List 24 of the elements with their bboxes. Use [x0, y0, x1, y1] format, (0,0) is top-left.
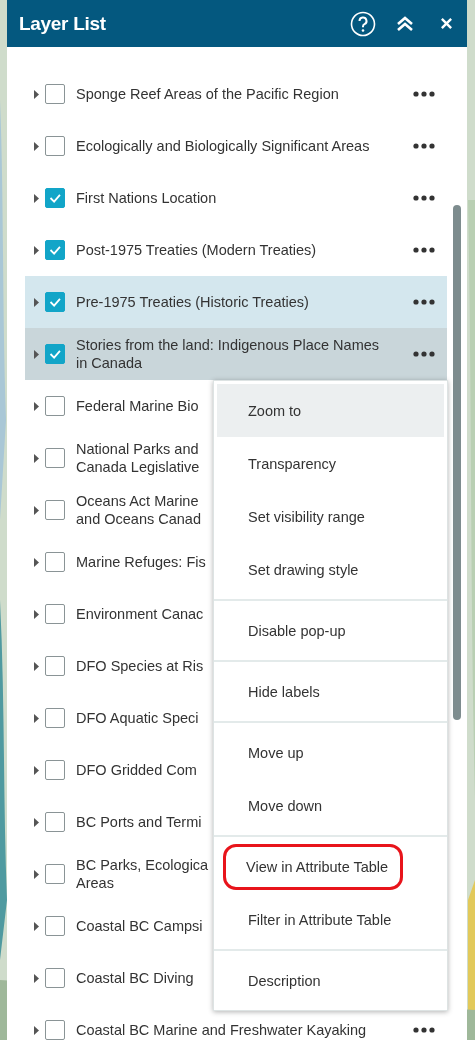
layer-name: in Canada [76, 354, 143, 372]
layer-name: Federal Marine Bio [76, 397, 199, 415]
layer-name: Canada Legislative [76, 458, 200, 476]
layer-name: Areas [76, 874, 114, 892]
layer-name: Environment Canac [76, 605, 204, 623]
layer-name: Marine Refuges: Fis [76, 553, 206, 571]
panel-title: Layer List [19, 12, 107, 35]
layer-name: Coastal BC Marine and Freshwater Kayaking [76, 1021, 367, 1039]
layer-name: and Oceans Canad [76, 510, 201, 528]
layer-name: Ecologically and Biologically Significant Areas [76, 137, 370, 155]
layer-name: DFO Gridded Com [76, 761, 197, 779]
layer-name: First Nations Location [76, 189, 217, 207]
layer-name: Pre-1975 Treaties (Historic Treaties) [76, 293, 309, 311]
layer-name: BC Parks, Ecologica [76, 856, 209, 874]
layer-name: National Parks and [76, 440, 199, 458]
layer-name: Post-1975 Treaties (Modern Treaties) [76, 241, 317, 259]
layer-name: Coastal BC Diving [76, 969, 194, 987]
layer-name: BC Ports and Termi [76, 813, 202, 831]
layer-name: Coastal BC Campsi [76, 917, 203, 935]
layer-name: DFO Species at Ris [76, 657, 204, 675]
layer-name: Sponge Reef Areas of the Pacific Region [76, 85, 339, 103]
layer-name: Oceans Act Marine [76, 492, 199, 510]
layer-name: DFO Aquatic Speci [76, 709, 199, 727]
layer-name: Stories from the land: Indigenous Place Names [76, 336, 380, 354]
